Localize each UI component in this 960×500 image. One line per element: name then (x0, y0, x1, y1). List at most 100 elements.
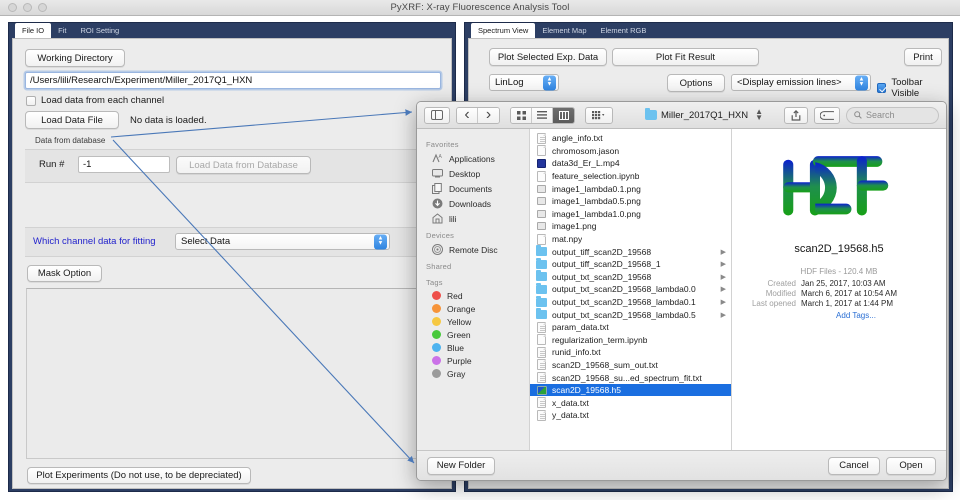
load-each-channel-row[interactable]: Load data from each channel (26, 95, 164, 106)
open-file-dialog: ‹ › Miller_2017Q1_HXN ▲ ▼ Search Favorit… (416, 101, 947, 481)
text-file-icon (537, 397, 546, 409)
sidebar-toggle-icon[interactable] (424, 106, 450, 124)
load-data-file-button[interactable]: Load Data File (25, 111, 119, 129)
file-list-item[interactable]: y_data.txt (530, 409, 731, 422)
list-view-button[interactable] (532, 107, 553, 123)
sidebar-item-green[interactable]: Green (417, 328, 529, 341)
search-input[interactable]: Search (846, 106, 939, 124)
sidebar-item-label: Yellow (447, 316, 472, 327)
print-button[interactable]: Print (904, 48, 942, 66)
file-list-item[interactable]: output_txt_scan2D_19568 ▶ (530, 270, 731, 284)
group-by-button[interactable] (585, 106, 613, 124)
downloads-icon (431, 198, 443, 210)
file-list-item[interactable]: output_txt_scan2D_19568_lambda0.1 ▶ (530, 295, 731, 309)
plot-experiments-button[interactable]: Plot Experiments (Do not use, to be depr… (27, 467, 251, 484)
working-directory-button[interactable]: Working Directory (25, 49, 125, 67)
add-tags-link[interactable]: Add Tags... (836, 311, 876, 320)
hdf-file-icon (536, 385, 547, 395)
file-icon-wrap (536, 145, 547, 157)
sidebar-item-lili[interactable]: lili (417, 211, 529, 226)
path-popup[interactable]: Miller_2017Q1_HXN ▲ ▼ (645, 107, 764, 122)
text-file-icon (537, 132, 546, 144)
file-list-item[interactable]: param_data.txt (530, 321, 731, 334)
plot-selected-exp-data-button[interactable]: Plot Selected Exp. Data (489, 48, 607, 66)
sidebar-item-yellow[interactable]: Yellow (417, 315, 529, 328)
icon-view-button[interactable] (511, 107, 532, 123)
sidebar-item-remote-disc[interactable]: Remote Disc (417, 242, 529, 257)
chevron-right-icon: ▶ (720, 261, 726, 269)
emission-lines-select[interactable]: <Display emission lines> ▲ ▼ (731, 74, 871, 91)
sidebar-item-downloads[interactable]: Downloads (417, 196, 529, 211)
left-tab-strip[interactable]: File IO Fit ROI Setting (9, 23, 455, 38)
chevron-updown-icon: ▲ ▼ (755, 107, 764, 122)
tag-icon[interactable] (814, 106, 840, 124)
sidebar-item-red[interactable]: Red (417, 289, 529, 302)
mask-option-button[interactable]: Mask Option (27, 265, 102, 282)
cancel-button[interactable]: Cancel (828, 456, 880, 475)
file-list-item[interactable]: regularization_term.ipynb (530, 334, 731, 347)
new-folder-button[interactable]: New Folder (427, 456, 495, 475)
file-list-item[interactable]: scan2D_19568_sum_out.txt (530, 359, 731, 372)
run-number-input[interactable]: -1 (78, 156, 170, 173)
sidebar-item-label: Blue (447, 342, 465, 353)
sidebar-item-documents[interactable]: Documents (417, 181, 529, 196)
sidebar-item-orange[interactable]: Orange (417, 302, 529, 315)
sidebar-item-gray[interactable]: Gray (417, 367, 529, 380)
share-icon[interactable] (784, 106, 808, 124)
sidebar-item-applications[interactable]: A Applications (417, 151, 529, 166)
load-from-database-button[interactable]: Load Data from Database (176, 156, 311, 174)
back-button[interactable]: ‹ (457, 107, 478, 123)
channel-for-fitting-select[interactable]: Select Data ▲ ▼ (175, 233, 390, 250)
tab-file-io[interactable]: File IO (15, 23, 52, 38)
tab-element-map[interactable]: Element Map (535, 23, 593, 38)
toolbar-visible-row[interactable]: Toolbar Visible (877, 77, 948, 99)
file-list-item[interactable]: x_data.txt (530, 396, 731, 409)
tab-spectrum-view[interactable]: Spectrum View (471, 23, 536, 38)
text-file-icon-wrap (536, 397, 547, 409)
file-list-item[interactable]: angle_info.txt (530, 132, 731, 145)
tab-roi-setting[interactable]: ROI Setting (73, 23, 126, 38)
file-list-item[interactable]: output_txt_scan2D_19568_lambda0.0 ▶ (530, 282, 731, 296)
file-list-item[interactable]: image1_lambda0.1.png (530, 182, 731, 195)
file-list-item[interactable]: feature_selection.ipynb (530, 170, 731, 183)
sidebar-item-purple[interactable]: Purple (417, 354, 529, 367)
open-button[interactable]: Open (886, 456, 936, 475)
plot-fit-result-button[interactable]: Plot Fit Result (612, 48, 759, 66)
file-list-item[interactable]: output_tiff_scan2D_19568_1 ▶ (530, 257, 731, 271)
file-name: data3d_Er_L.mp4 (552, 158, 620, 169)
file-dialog-sidebar[interactable]: Favorites A Applications Desktop Documents Do… (417, 129, 530, 450)
file-list-item[interactable]: data3d_Er_L.mp4 (530, 157, 731, 170)
sidebar-item-blue[interactable]: Blue (417, 341, 529, 354)
file-list-item[interactable]: output_tiff_scan2D_19568 ▶ (530, 245, 731, 258)
movie-file-icon (537, 158, 546, 168)
file-list-item[interactable]: output_txt_scan2D_19568_lambda0.5 ▶ (530, 308, 731, 321)
column-view-button[interactable] (553, 107, 574, 123)
file-list-item[interactable]: chromosom.jason (530, 145, 731, 158)
file-list-item[interactable]: mat.npy (530, 233, 731, 246)
sidebar-item-desktop[interactable]: Desktop (417, 166, 529, 181)
options-button[interactable]: Options (667, 74, 725, 92)
file-name: param_data.txt (552, 322, 609, 333)
toolbar-visible-checkbox[interactable] (877, 83, 887, 93)
text-file-icon (537, 409, 546, 421)
scale-select[interactable]: LinLog ▲ ▼ (489, 74, 559, 91)
view-mode-group[interactable] (510, 106, 575, 124)
file-list-item[interactable]: runid_info.txt (530, 346, 731, 359)
file-list-item[interactable]: scan2D_19568.h5 (530, 383, 731, 397)
file-list-item[interactable]: image1_lambda1.0.png (530, 208, 731, 221)
right-tab-strip[interactable]: Spectrum View Element Map Element RGB (465, 23, 952, 38)
forward-button[interactable]: › (478, 107, 499, 123)
file-list-item[interactable]: image1_lambda0.5.png (530, 195, 731, 208)
preview-meta-row: Last opened March 1, 2017 at 1:44 PM (740, 299, 938, 308)
nav-buttons[interactable]: ‹ › (456, 106, 500, 124)
file-list[interactable]: angle_info.txt chromosom.jason data3d_Er_L… (530, 129, 732, 450)
file-list-item[interactable]: scan2D_19568_su...ed_spectrum_fit.txt (530, 371, 731, 384)
file-icon (537, 233, 546, 245)
file-name: x_data.txt (552, 397, 589, 408)
tab-fit[interactable]: Fit (51, 23, 73, 38)
working-directory-field[interactable]: /Users/lili/Research/Experiment/Miller_2… (25, 72, 441, 89)
load-each-channel-checkbox[interactable] (26, 95, 36, 106)
sidebar-section-header: Favorites (426, 140, 459, 149)
tab-element-rgb[interactable]: Element RGB (594, 23, 654, 38)
file-list-item[interactable]: image1.png (530, 220, 731, 233)
